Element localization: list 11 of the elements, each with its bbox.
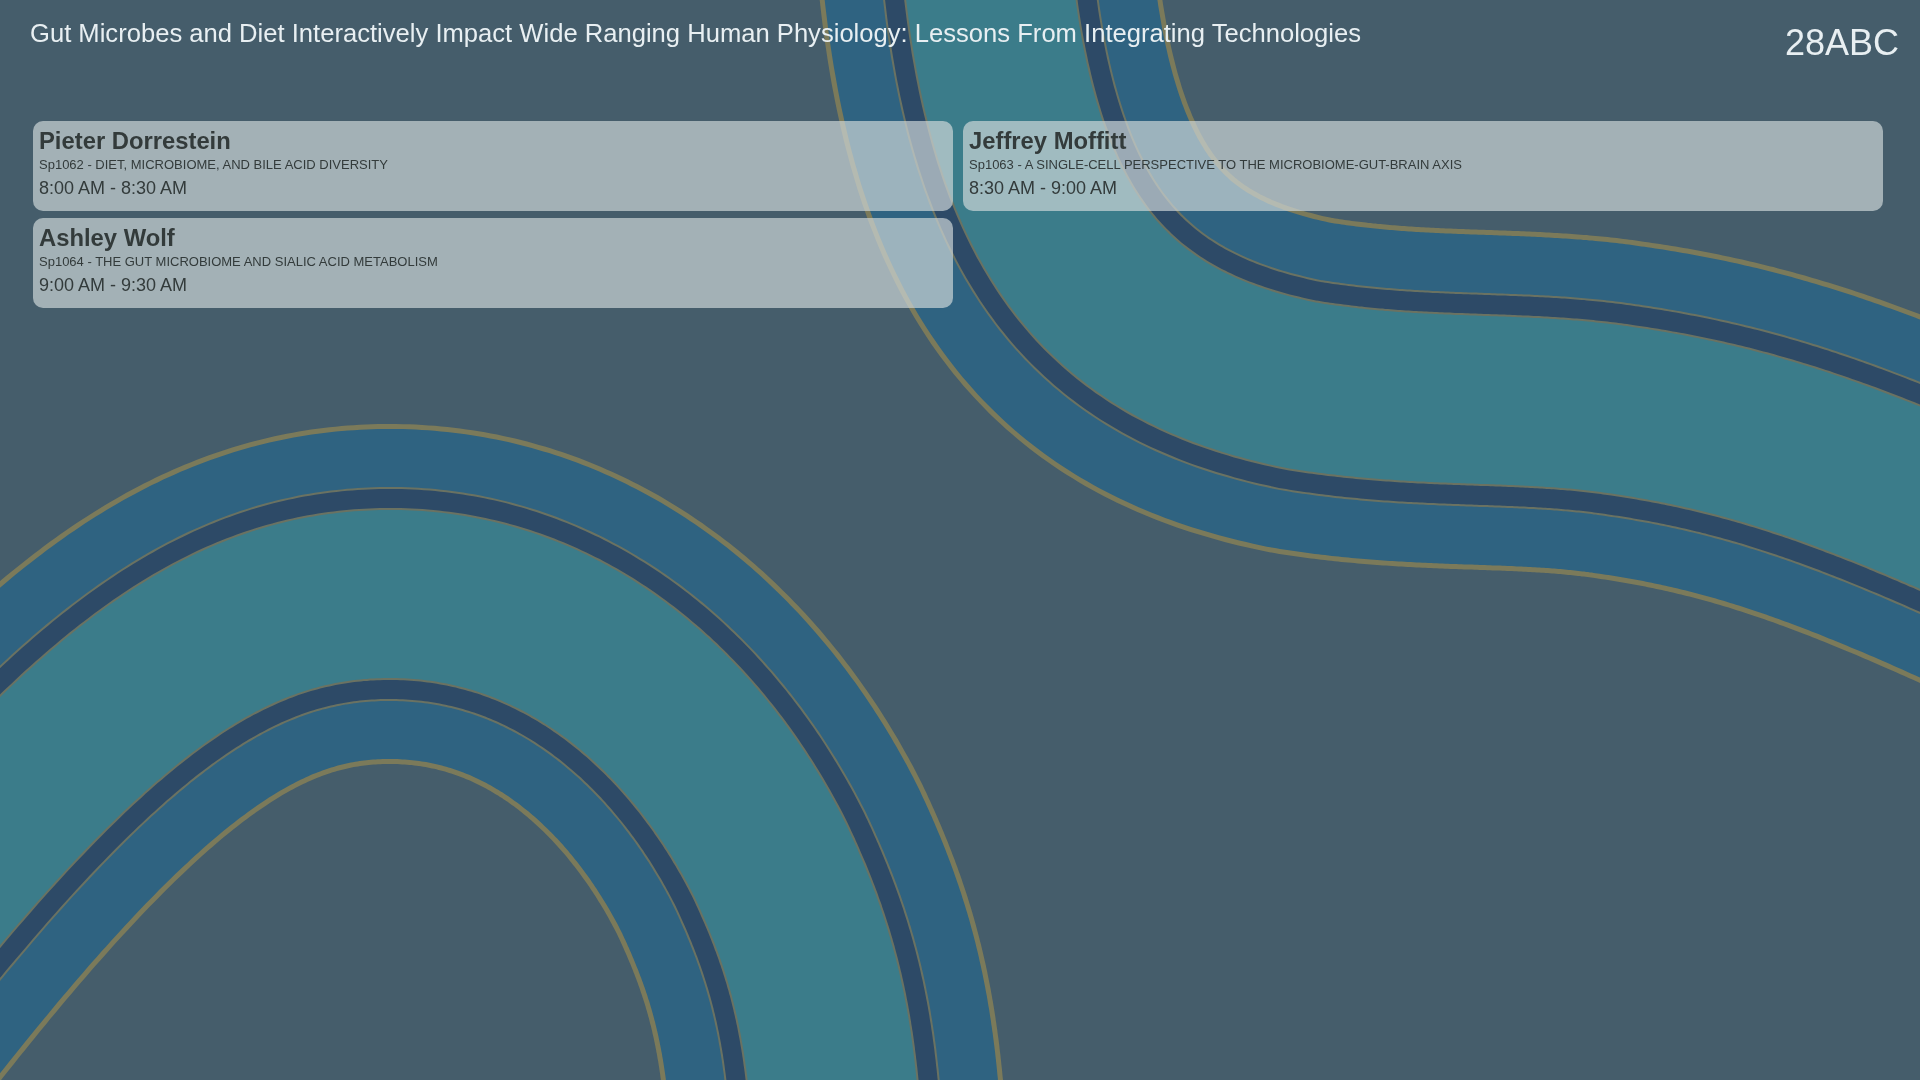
session-title: Sp1062 - DIET, MICROBIOME, AND BILE ACID DIVERSITY	[39, 156, 389, 174]
speaker-name: Ashley Wolf	[39, 224, 176, 252]
room-label: 28ABC	[1784, 22, 1899, 64]
session-title: Sp1064 - THE GUT MICROBIOME AND SIALIC ACID METABOLISM	[39, 253, 439, 271]
event-title: Gut Microbes and Diet Interactively Impact Wide Ranging Human Physiology: Lessons From Integrating Technologies	[30, 18, 1362, 48]
session-title: Sp1063 - A SINGLE-CELL PERSPECTIVE TO THE MICROBIOME-GUT-BRAIN AXIS	[969, 156, 1463, 174]
session-time: 9:00 AM - 9:30 AM	[39, 274, 189, 297]
speaker-name: Jeffrey Moffitt	[969, 127, 1128, 155]
session-time: 8:30 AM - 9:00 AM	[969, 177, 1119, 200]
session-time: 8:00 AM - 8:30 AM	[39, 177, 189, 200]
speaker-name: Pieter Dorrestein	[39, 127, 232, 155]
